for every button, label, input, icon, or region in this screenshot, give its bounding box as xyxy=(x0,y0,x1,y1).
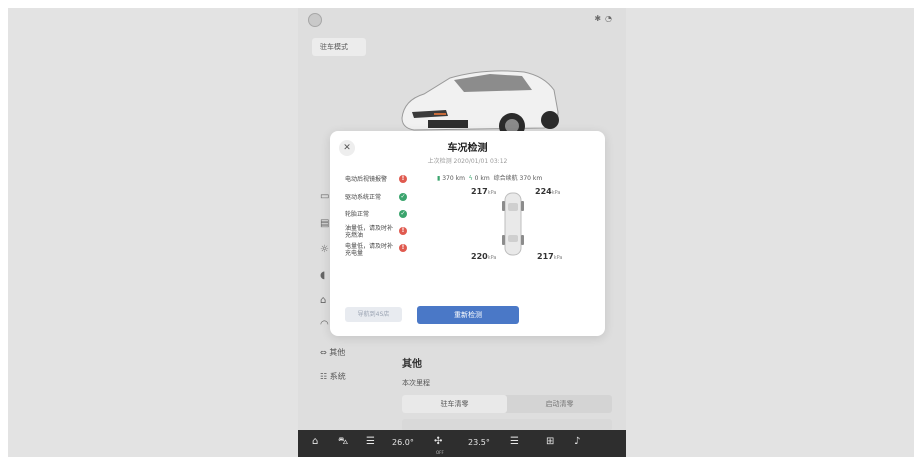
rear-defrost-icon[interactable]: ☰ xyxy=(510,436,519,447)
check-item: 驱动系统正常 xyxy=(345,194,382,201)
error-icon: ! xyxy=(399,244,407,252)
car-link-icon: ⇔ xyxy=(320,348,327,357)
trip-reset-segmented: 驻车清零 启动清零 xyxy=(402,395,612,413)
tire-rear-right: 217kPa xyxy=(537,252,563,261)
avatar[interactable] xyxy=(308,13,322,27)
sidebar-item-other[interactable]: ⇔ 其他 xyxy=(320,347,345,358)
section-title: 其他 xyxy=(402,359,422,370)
apps-icon[interactable]: ⊞ xyxy=(546,436,554,447)
recheck-button[interactable]: 重新检测 xyxy=(417,306,519,324)
parking-mode-button[interactable]: 驻车模式 xyxy=(312,38,366,56)
display-icon[interactable]: ▤ xyxy=(320,218,329,229)
vehicle-check-dialog: ✕ 车况检测 上次检测 2020/01/01 03:12 电动后视镜报警 ! 驱… xyxy=(330,131,605,336)
light-icon[interactable]: ☼ xyxy=(320,244,329,255)
wifi-icon: ◔ xyxy=(605,14,616,23)
tire-front-left: 217kPa xyxy=(471,187,497,196)
car-icon[interactable]: ⛍ xyxy=(338,436,348,449)
range-summary: ▮ 370 km ϟ 0 km 综合续航 370 km xyxy=(437,175,543,182)
fan-icon[interactable]: ✣ xyxy=(434,436,442,447)
tire-rear-left: 220kPa xyxy=(471,252,497,261)
last-check-time: 上次检测 2020/01/01 03:12 xyxy=(427,158,508,165)
gauge-icon[interactable]: ◠ xyxy=(320,319,329,330)
home-icon[interactable]: ⌂ xyxy=(312,436,318,447)
segment-park-reset[interactable]: 驻车清零 xyxy=(402,395,507,413)
fan-status: OFF xyxy=(436,450,444,455)
status-icons: ✱◔ xyxy=(594,14,616,23)
dashboard-icon[interactable]: ▭ xyxy=(320,191,329,202)
error-icon: ! xyxy=(399,227,407,235)
seat-icon[interactable]: ⌂ xyxy=(320,295,326,306)
ok-icon: ✓ xyxy=(399,193,407,201)
bluetooth-icon: ✱ xyxy=(594,14,606,23)
check-item: 油量低，请及时补充燃油 xyxy=(345,225,394,239)
driver-temperature[interactable]: 26.0° xyxy=(392,438,414,447)
check-item: 轮胎正常 xyxy=(345,211,370,218)
tire-front-right: 224kPa xyxy=(535,187,561,196)
sound-icon[interactable]: ◖ xyxy=(320,270,325,281)
check-item: 电动后视镜报警 xyxy=(345,176,388,183)
navigate-4s-button[interactable]: 导航到4S店 xyxy=(345,307,402,322)
fuel-icon: ▮ xyxy=(437,175,441,182)
error-icon: ! xyxy=(399,175,407,183)
ok-icon: ✓ xyxy=(399,210,407,218)
sidebar-item-system[interactable]: ☷ 系统 xyxy=(320,371,346,382)
electric-icon: ϟ xyxy=(468,175,473,182)
car-top-view-icon xyxy=(502,192,524,256)
segment-start-reset[interactable]: 启动清零 xyxy=(507,395,612,413)
front-defrost-icon[interactable]: ☰ xyxy=(366,436,375,447)
passenger-temperature[interactable]: 23.5° xyxy=(468,438,490,447)
status-bar: ✱◔ xyxy=(298,8,626,30)
bottom-control-bar: ⌂ ⛍ ☰ 26.0° ✣ OFF 23.5° ☰ ⊞ ♪ xyxy=(298,430,626,457)
sliders-icon: ☷ xyxy=(320,372,328,381)
music-icon[interactable]: ♪ xyxy=(574,436,580,447)
check-item: 电量低，请及时补充电量 xyxy=(345,243,394,257)
dialog-title: 车况检测 xyxy=(447,143,488,154)
trip-label: 本次里程 xyxy=(402,379,430,387)
